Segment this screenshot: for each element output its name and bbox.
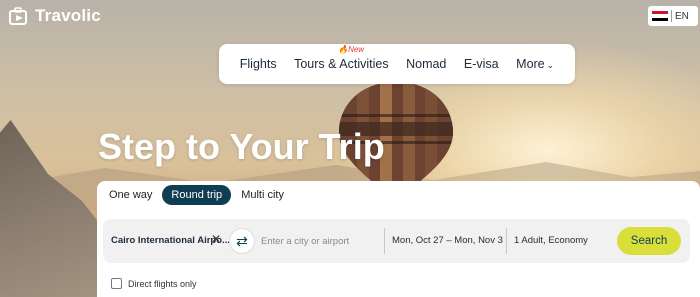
trip-type-tabs: One way Round trip Multi city <box>105 185 288 205</box>
language-code: EN <box>675 10 689 22</box>
destination-input[interactable] <box>261 231 371 251</box>
swap-icon[interactable]: ⇄ <box>229 228 255 254</box>
search-row: Cairo International Airpo... ✕ ⇄ Mon, Oc… <box>103 219 690 263</box>
tab-round-trip[interactable]: Round trip <box>162 185 232 205</box>
search-button[interactable]: Search <box>617 227 681 255</box>
chevron-down-icon: ⌄ <box>546 60 555 70</box>
nav-more[interactable]: More ⌄ <box>516 57 554 71</box>
passengers-field[interactable]: 1 Adult, Economy <box>514 235 588 246</box>
egypt-flag-icon <box>652 11 668 21</box>
tab-multi-city[interactable]: Multi city <box>237 185 288 205</box>
direct-flights-option[interactable]: Direct flights only <box>111 278 197 289</box>
nav-flights[interactable]: Flights <box>240 57 277 71</box>
clear-origin-icon[interactable]: ✕ <box>211 232 221 246</box>
nav-more-label: More <box>516 57 545 71</box>
hero-title: Step to Your Trip <box>98 126 385 167</box>
brand-name: Travolic <box>35 6 101 25</box>
suitcase-plane-icon <box>9 7 27 25</box>
field-divider <box>384 228 385 254</box>
language-divider <box>671 10 672 22</box>
tab-one-way[interactable]: One way <box>105 185 156 205</box>
nav-nomad[interactable]: Nomad <box>406 57 446 71</box>
new-badge: 🔥New <box>338 45 365 54</box>
flight-search-panel: One way Round trip Multi city Cairo Inte… <box>97 181 700 297</box>
direct-flights-label: Direct flights only <box>128 278 197 289</box>
nav-tours-label: Tours & Activities <box>294 57 389 71</box>
language-switcher[interactable]: EN <box>648 6 698 26</box>
field-divider <box>506 228 507 254</box>
nav-evisa[interactable]: E-visa <box>464 57 499 71</box>
dates-field[interactable]: Mon, Oct 27 – Mon, Nov 3 <box>392 235 503 246</box>
brand-logo[interactable]: Travolic <box>8 6 101 26</box>
direct-flights-checkbox[interactable] <box>111 278 122 289</box>
nav-tours-activities[interactable]: 🔥New Tours & Activities <box>294 45 389 71</box>
main-nav: Flights 🔥New Tours & Activities Nomad E-… <box>219 44 575 84</box>
